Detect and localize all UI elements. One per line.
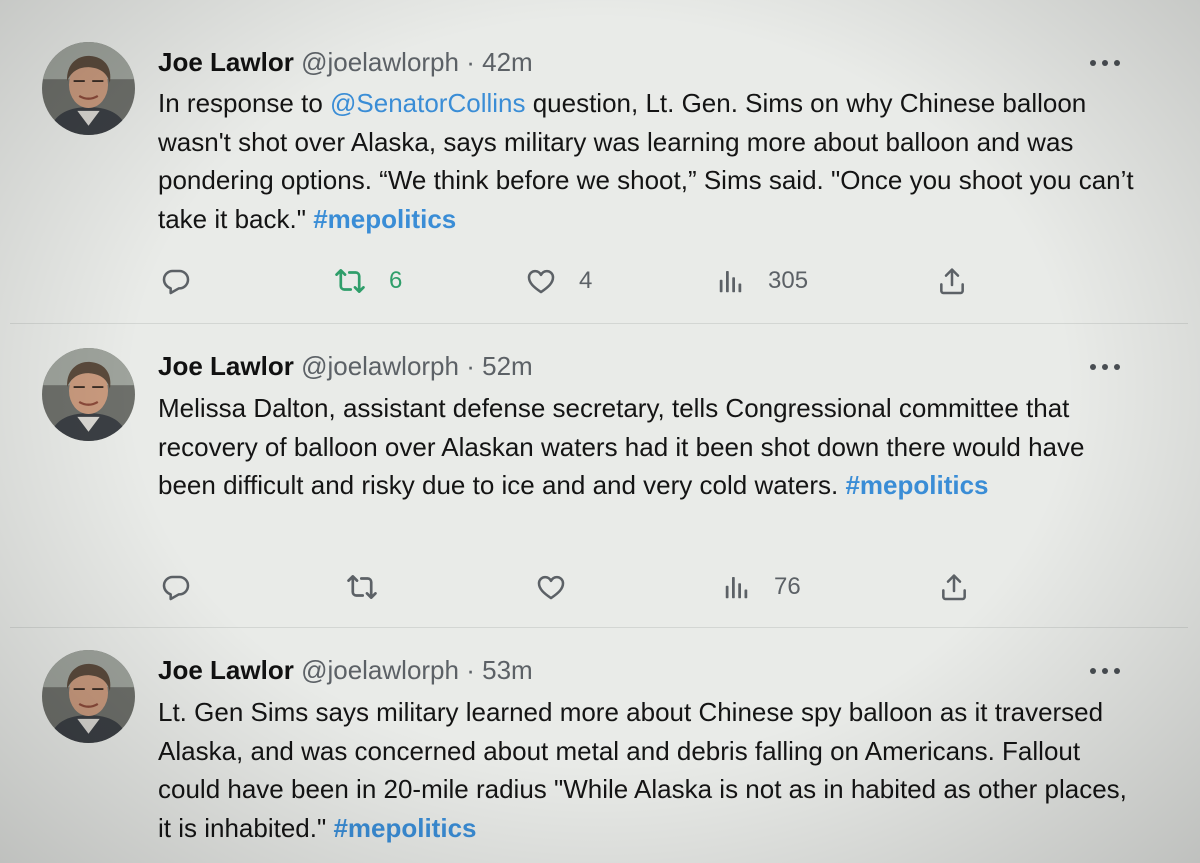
mention-link[interactable]: @SenatorCollins bbox=[330, 88, 525, 118]
avatar-image bbox=[42, 348, 135, 441]
views-icon bbox=[722, 572, 752, 602]
reply-button[interactable] bbox=[160, 564, 192, 610]
retweet-count: 6 bbox=[389, 267, 403, 294]
author-name[interactable]: Joe Lawlor bbox=[158, 47, 294, 77]
share-button[interactable] bbox=[936, 258, 968, 304]
avatar-image bbox=[42, 650, 135, 743]
action-bar: 6 4 305 bbox=[0, 258, 1200, 304]
tweet-text: In response to @SenatorCollins question,… bbox=[158, 84, 1138, 238]
header-separator: · bbox=[466, 655, 475, 685]
author-handle[interactable]: @joelawlorph bbox=[301, 47, 459, 77]
reply-icon bbox=[160, 265, 192, 297]
tweet-timestamp[interactable]: 52m bbox=[482, 351, 533, 381]
tweet-text: Lt. Gen Sims says military learned more … bbox=[158, 693, 1138, 847]
views-button[interactable]: 76 bbox=[722, 564, 801, 610]
views-count: 305 bbox=[768, 267, 809, 294]
more-icon[interactable] bbox=[1090, 58, 1120, 68]
author-name[interactable]: Joe Lawlor bbox=[158, 655, 294, 685]
share-icon bbox=[938, 571, 970, 603]
author-handle[interactable]: @joelawlorph bbox=[301, 655, 459, 685]
views-button[interactable]: 305 bbox=[716, 258, 808, 304]
like-button[interactable] bbox=[535, 564, 567, 610]
reply-icon bbox=[160, 571, 192, 603]
hashtag-link[interactable]: #mepolitics bbox=[333, 813, 476, 843]
views-count: 76 bbox=[774, 573, 801, 600]
tweet-text-start: Lt. Gen Sims says military learned more … bbox=[158, 697, 1127, 843]
heart-icon bbox=[525, 265, 557, 297]
action-bar: 76 bbox=[0, 564, 1200, 610]
tweet-text: Melissa Dalton, assistant defense secret… bbox=[158, 389, 1138, 505]
hashtag-link[interactable]: #mepolitics bbox=[845, 470, 988, 500]
tweet-header: Joe Lawlor @joelawlorph · 42m bbox=[158, 44, 533, 80]
tweet[interactable]: Joe Lawlor @joelawlorph · 53m Lt. Gen Si… bbox=[0, 628, 1200, 863]
more-icon[interactable] bbox=[1090, 362, 1120, 372]
header-separator: · bbox=[466, 47, 475, 77]
like-count: 4 bbox=[579, 267, 593, 294]
hashtag-link[interactable]: #mepolitics bbox=[313, 204, 456, 234]
share-icon bbox=[936, 265, 968, 297]
tweet[interactable]: Joe Lawlor @joelawlorph · 52m Melissa Da… bbox=[0, 324, 1200, 628]
tweet-header: Joe Lawlor @joelawlorph · 52m bbox=[158, 348, 533, 384]
avatar[interactable] bbox=[42, 348, 135, 441]
tweet-timestamp[interactable]: 53m bbox=[482, 655, 533, 685]
avatar[interactable] bbox=[42, 650, 135, 743]
author-handle[interactable]: @joelawlorph bbox=[301, 351, 459, 381]
heart-icon bbox=[535, 571, 567, 603]
tweet-header: Joe Lawlor @joelawlorph · 53m bbox=[158, 652, 533, 688]
like-button[interactable]: 4 bbox=[525, 258, 592, 304]
retweet-icon bbox=[345, 570, 379, 604]
header-separator: · bbox=[466, 351, 475, 381]
avatar-image bbox=[42, 42, 135, 135]
tweet[interactable]: Joe Lawlor @joelawlorph · 42m In respons… bbox=[0, 0, 1200, 324]
retweet-icon bbox=[333, 264, 367, 298]
retweet-button[interactable] bbox=[345, 564, 379, 610]
views-icon bbox=[716, 266, 746, 296]
tweet-text-start: In response to bbox=[158, 88, 330, 118]
more-icon[interactable] bbox=[1090, 666, 1120, 676]
tweet-timestamp[interactable]: 42m bbox=[482, 47, 533, 77]
reply-button[interactable] bbox=[160, 258, 192, 304]
author-name[interactable]: Joe Lawlor bbox=[158, 351, 294, 381]
share-button[interactable] bbox=[938, 564, 970, 610]
retweet-button[interactable]: 6 bbox=[333, 258, 402, 304]
avatar[interactable] bbox=[42, 42, 135, 135]
